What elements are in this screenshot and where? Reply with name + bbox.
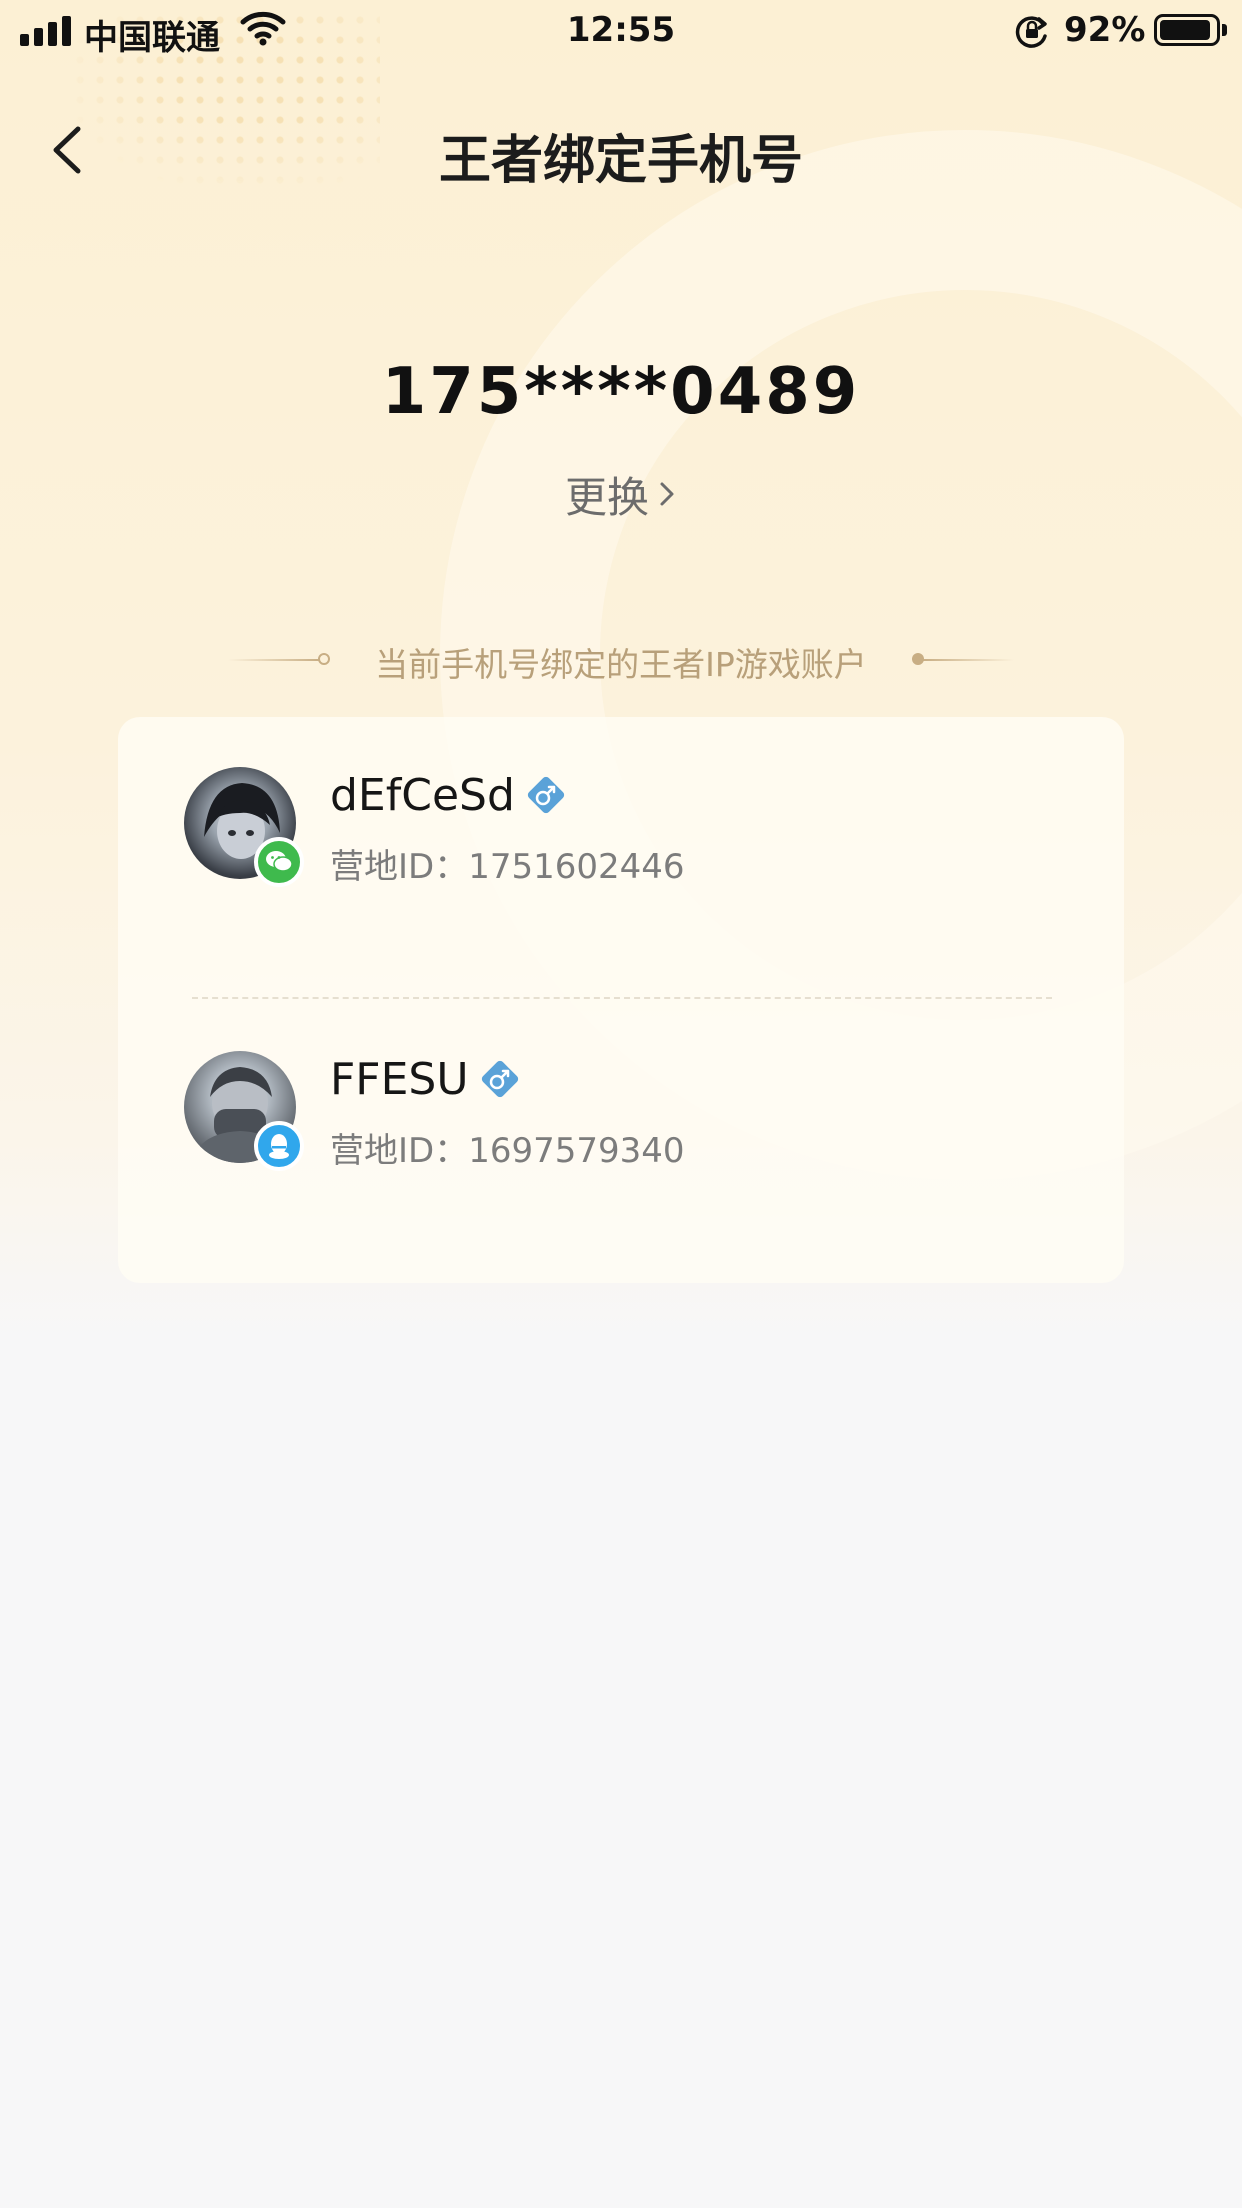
account-divider	[192, 997, 1052, 999]
section-title: 当前手机号绑定的王者IP游戏账户	[375, 645, 867, 684]
accounts-card: dEfCeSd 营地ID：1751602446 FFESU 营地ID：16975…	[118, 717, 1124, 1283]
chevron-right-icon	[660, 482, 674, 506]
change-phone-button[interactable]: 更换	[540, 463, 702, 525]
account-id: 营地ID：1751602446	[330, 847, 685, 887]
battery-cap	[1222, 24, 1227, 36]
status-time: 12:55	[566, 10, 676, 50]
section-header: 当前手机号绑定的王者IP游戏账户	[228, 638, 1014, 684]
status-bar: 中国联通 12:55 92%	[0, 0, 1242, 62]
wechat-icon	[254, 837, 304, 887]
qq-icon	[254, 1121, 304, 1171]
account-item[interactable]: dEfCeSd 营地ID：1751602446	[118, 767, 1124, 967]
male-icon	[527, 776, 565, 814]
rotation-lock-icon	[1015, 16, 1047, 48]
battery-icon	[1154, 14, 1220, 46]
account-name-row: FFESU	[330, 1051, 523, 1107]
bound-phone-number: 175****0489	[381, 355, 861, 429]
account-id: 营地ID：1697579340	[330, 1131, 685, 1171]
page-title: 王者绑定手机号	[438, 131, 803, 191]
account-name: FFESU	[330, 1053, 469, 1105]
account-item[interactable]: FFESU 营地ID：1697579340	[118, 1051, 1124, 1251]
account-name-row: dEfCeSd	[330, 767, 569, 823]
account-name: dEfCeSd	[330, 769, 515, 821]
male-icon	[481, 1060, 518, 1098]
section-line-right	[922, 659, 1014, 661]
change-phone-label: 更换	[564, 472, 649, 522]
battery-percent: 92%	[1064, 10, 1146, 50]
